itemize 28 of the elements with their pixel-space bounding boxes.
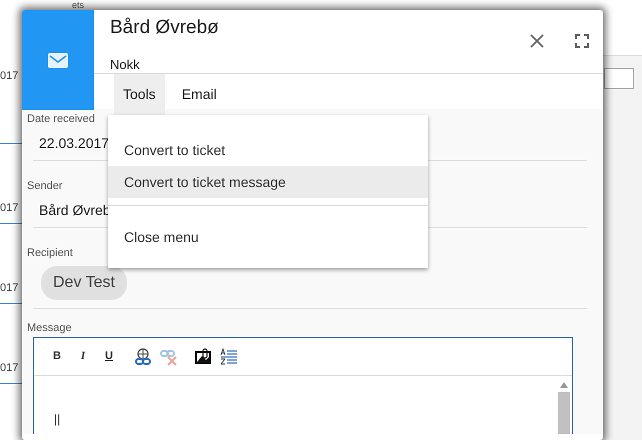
background-text: ets (72, 0, 84, 10)
menu-item[interactable]: Convert to ticket message (108, 166, 428, 198)
scrollbar-thumb[interactable] (558, 392, 570, 434)
field-label: Sender (27, 179, 62, 193)
field-label: Recipient (27, 246, 73, 260)
message-editor[interactable]: B I U || (33, 337, 573, 434)
editor-text: || (54, 412, 60, 426)
background-date-text: 017 (0, 362, 18, 374)
dialog-title: Bård Øvrebø (110, 16, 220, 40)
background-input-field[interactable] (604, 68, 634, 89)
format-bold-button[interactable]: B (46, 346, 68, 368)
scroll-up-icon[interactable] (560, 382, 568, 388)
background-date-text: 017 (0, 282, 18, 294)
close-icon[interactable] (530, 34, 544, 48)
format-underline-button[interactable]: U (98, 346, 120, 368)
fullscreen-icon[interactable] (575, 34, 589, 48)
field-label: Date received (27, 112, 95, 126)
recipient-chip[interactable]: Dev Test (41, 266, 127, 300)
field-label: Message (27, 321, 72, 335)
link-icon[interactable] (132, 346, 154, 368)
tab[interactable]: Email (172, 74, 226, 115)
dialog-subtitle: Nokk (110, 56, 141, 74)
background-date-text: 017 (0, 202, 18, 214)
background-date-text: 017 (0, 70, 18, 82)
format-italic-button[interactable]: I (72, 346, 94, 368)
tab[interactable]: Tools (114, 74, 165, 115)
envelope-icon (48, 52, 68, 68)
paragraph-format-icon[interactable] (218, 346, 240, 368)
